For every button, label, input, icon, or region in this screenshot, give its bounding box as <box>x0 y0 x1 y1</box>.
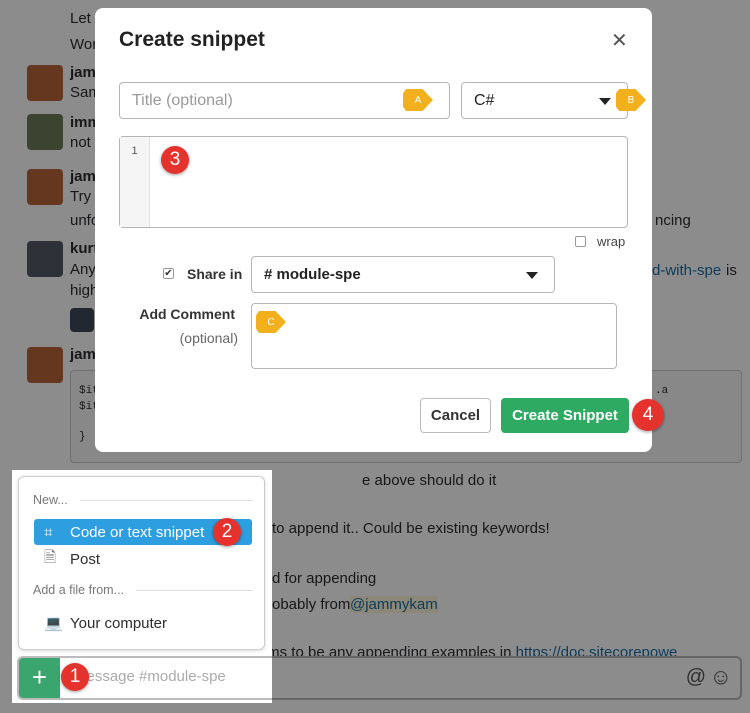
share-checkbox[interactable]: ✔ <box>163 268 174 279</box>
step-badge: 4 <box>632 399 664 431</box>
dialog-title: Create snippet <box>119 28 265 51</box>
code-editor[interactable]: 1 <box>119 136 628 228</box>
title-input[interactable]: Title (optional) <box>119 82 450 119</box>
create-snippet-dialog: Create snippet ✕ Title (optional) C# 1 w… <box>95 8 652 452</box>
language-value: C# <box>474 91 495 109</box>
cancel-button[interactable]: Cancel <box>420 398 491 433</box>
language-select[interactable]: C# <box>461 82 628 119</box>
attach-menu: New... ⌗ Code or text snippet 🗎 Post Add a… <box>18 476 265 650</box>
wrap-checkbox[interactable] <box>575 236 586 247</box>
caret-down-icon <box>599 98 611 111</box>
attach-menu-highlight: New... ⌗ Code or text snippet 🗎 Post Add a… <box>12 470 272 703</box>
menu-item-label: Your computer <box>70 614 168 632</box>
menu-item-your-computer[interactable]: 💻 Your computer <box>34 610 252 636</box>
comment-label: Add Comment <box>139 306 235 322</box>
attach-plus-button[interactable]: + <box>19 658 60 698</box>
menu-section-new: New... <box>33 493 253 507</box>
menu-item-label: Code or text snippet <box>70 523 205 541</box>
create-snippet-button[interactable]: Create Snippet <box>501 398 629 433</box>
step-badge: 1 <box>61 663 89 691</box>
wrap-label: wrap <box>597 234 626 249</box>
caret-down-icon <box>526 272 538 285</box>
message-placeholder: Message #module-spe <box>74 668 226 685</box>
snippet-icon: ⌗ <box>44 523 53 541</box>
step-badge: 3 <box>161 146 189 174</box>
channel-select[interactable]: # module-spe <box>251 256 555 293</box>
message-input-visible[interactable]: + Message #module-spe <box>17 656 272 700</box>
menu-item-post[interactable]: 🗎 Post <box>34 546 252 572</box>
channel-value: # module-spe <box>264 266 361 283</box>
document-icon: 🗎 <box>44 548 57 566</box>
menu-item-label: Post <box>70 550 101 568</box>
share-label: Share in <box>187 266 243 282</box>
step-badge: 2 <box>213 518 241 546</box>
comment-input[interactable] <box>251 303 617 369</box>
comment-sublabel: (optional) <box>179 330 238 346</box>
line-gutter: 1 <box>120 137 150 227</box>
close-icon[interactable]: ✕ <box>611 28 628 53</box>
menu-section-file: Add a file from... <box>33 583 253 597</box>
computer-icon: 💻 <box>44 615 63 632</box>
